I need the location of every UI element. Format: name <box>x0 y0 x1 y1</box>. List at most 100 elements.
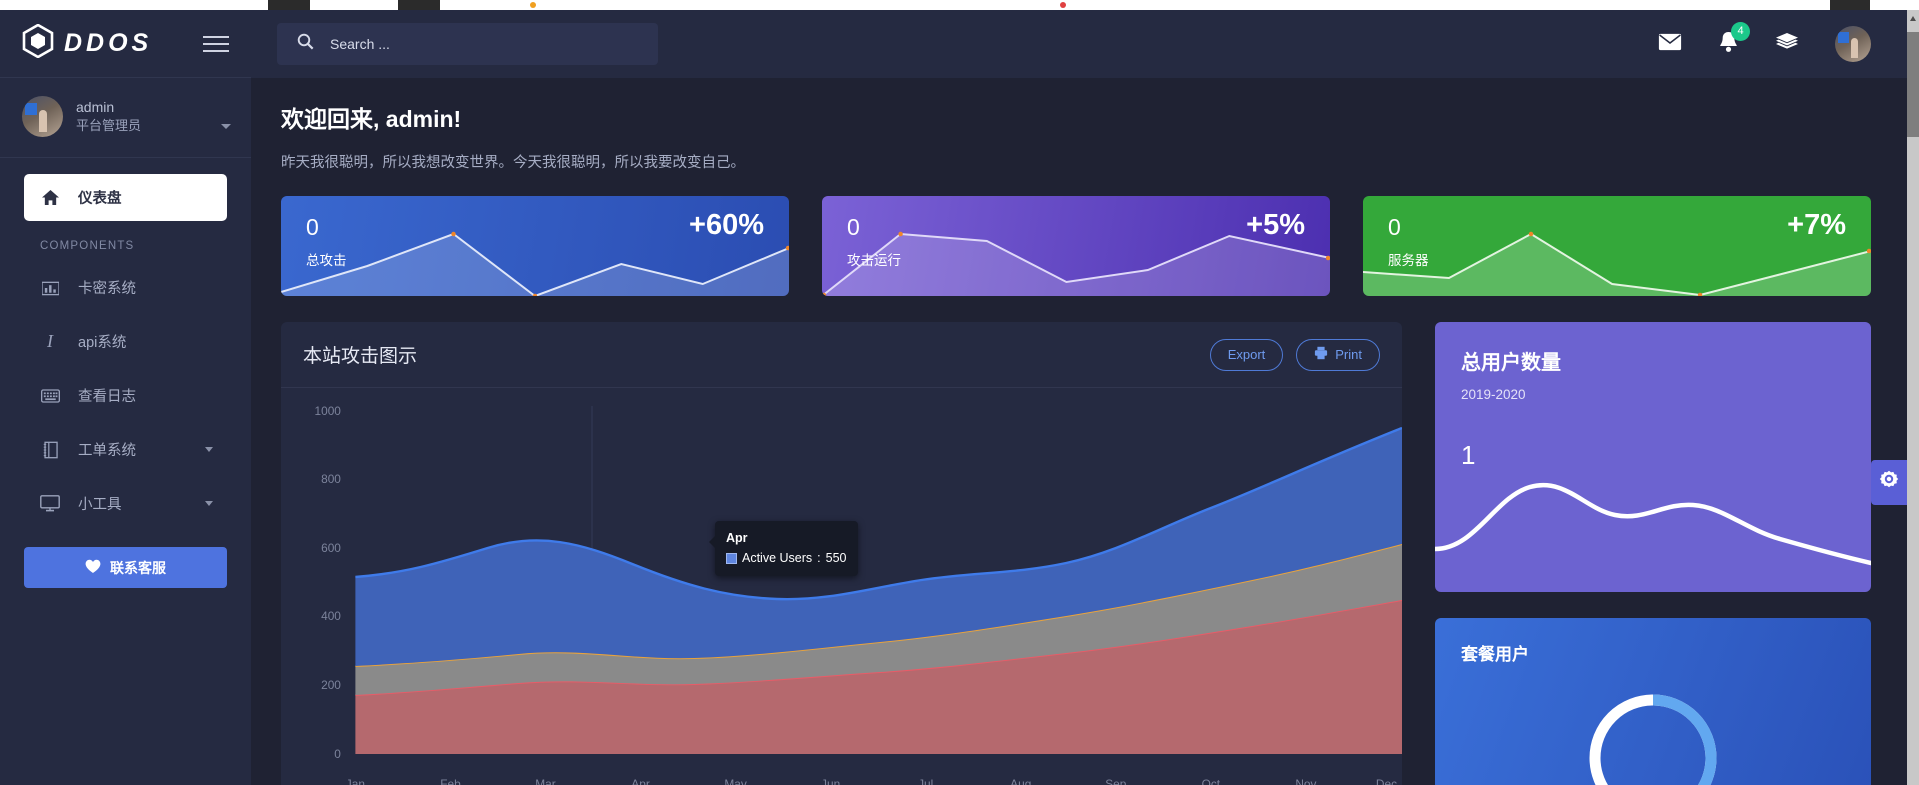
tooltip-series-label: Active Users <box>742 549 812 567</box>
stat-card-running-attacks[interactable]: 0 攻击运行 +5% <box>822 196 1330 296</box>
tooltip-swatch-icon <box>726 553 737 564</box>
browser-chrome-strip <box>0 0 1919 10</box>
brand-header: DDOS <box>0 10 251 78</box>
settings-fab-button[interactable] <box>1871 460 1907 505</box>
stat-card-total-attacks[interactable]: 0 总攻击 +60% <box>281 196 789 296</box>
contact-support-button[interactable]: 联系客服 <box>24 547 227 588</box>
sidebar-item-tools[interactable]: 小工具 <box>24 480 227 527</box>
svg-text:1000: 1000 <box>314 405 341 418</box>
sidebar-item-dashboard[interactable]: 仪表盘 <box>24 174 227 221</box>
browser-tab-2[interactable] <box>398 0 440 10</box>
svg-text:Jan: Jan <box>346 778 365 785</box>
chart-card-header: 本站攻击图示 Export Print <box>281 322 1402 388</box>
print-label: Print <box>1335 347 1362 362</box>
search-input[interactable] <box>330 36 638 52</box>
italic-i-icon: I <box>40 331 60 352</box>
user-role: 平台管理员 <box>76 117 141 135</box>
stat-value: 0 <box>1388 214 1401 241</box>
svg-text:Dec: Dec <box>1376 778 1397 785</box>
svg-text:Sep: Sep <box>1105 778 1127 785</box>
svg-text:0: 0 <box>334 748 341 761</box>
topbar: 4 <box>251 10 1907 78</box>
scrollbar-thumb[interactable] <box>1907 32 1919 137</box>
svg-text:Oct: Oct <box>1202 778 1221 785</box>
hamburger-icon[interactable] <box>203 36 229 52</box>
chevron-down-icon[interactable] <box>221 124 231 129</box>
svg-text:Apr: Apr <box>631 778 650 785</box>
page-scrollbar[interactable] <box>1907 10 1919 785</box>
svg-text:Nov: Nov <box>1295 778 1316 785</box>
attack-chart-card: 本站攻击图示 Export Print <box>281 322 1402 785</box>
topbar-icons: 4 <box>1658 26 1871 62</box>
export-label: Export <box>1228 347 1266 362</box>
stacked-area-chart: 1000 800 600 400 200 0 <box>281 388 1402 785</box>
total-users-title: 总用户数量 <box>1461 346 1845 375</box>
layers-icon[interactable] <box>1775 32 1799 56</box>
tooltip-title: Apr <box>726 529 847 547</box>
svg-text:400: 400 <box>321 610 341 623</box>
total-users-sparkline <box>1435 457 1871 592</box>
user-name: admin <box>76 98 141 117</box>
sidebar-item-card-system[interactable]: 卡密系统 <box>24 264 227 311</box>
print-button[interactable]: Print <box>1296 339 1380 371</box>
stat-percent: +60% <box>689 209 764 242</box>
stat-label: 总攻击 <box>306 249 347 269</box>
hexagon-cube-icon <box>22 24 54 63</box>
browser-window-controls[interactable] <box>1830 0 1870 10</box>
sidebar-item-label: api系统 <box>78 331 126 352</box>
chart-title: 本站攻击图示 <box>303 341 417 368</box>
page-subtitle: 昨天我很聪明，所以我想改变世界。今天我很聪明，所以我要改变自己。 <box>281 151 1871 172</box>
sidebar-section-heading: COMPONENTS <box>0 228 251 264</box>
sidebar-item-view-logs[interactable]: 查看日志 <box>24 372 227 419</box>
right-column: 总用户数量 2019-2020 1 套餐用户 <box>1435 322 1871 785</box>
sidebar-item-label: 仪表盘 <box>78 187 122 208</box>
tooltip-colon: : <box>817 549 820 567</box>
book-icon <box>40 441 60 459</box>
stat-label: 攻击运行 <box>847 249 901 269</box>
browser-tab-indicator-red <box>1060 2 1066 8</box>
search-box[interactable] <box>277 23 658 65</box>
chart-plot-area[interactable]: 1000 800 600 400 200 0 <box>281 388 1402 785</box>
svg-text:200: 200 <box>321 679 341 692</box>
plan-users-donut <box>1578 683 1728 785</box>
bell-icon[interactable]: 4 <box>1718 31 1739 57</box>
stat-percent: +5% <box>1246 209 1305 242</box>
chevron-down-icon <box>205 447 213 452</box>
stat-percent: +7% <box>1787 209 1846 242</box>
total-users-card[interactable]: 总用户数量 2019-2020 1 <box>1435 322 1871 592</box>
svg-text:Feb: Feb <box>440 778 461 785</box>
stat-value: 0 <box>847 214 860 241</box>
stat-value: 0 <box>306 214 319 241</box>
svg-text:600: 600 <box>321 542 341 555</box>
avatar <box>22 96 63 137</box>
chart-actions: Export Print <box>1210 339 1380 371</box>
avatar[interactable] <box>1835 26 1871 62</box>
svg-text:May: May <box>724 778 747 785</box>
sidebar-item-api-system[interactable]: I api系统 <box>24 318 227 365</box>
svg-text:800: 800 <box>321 473 341 486</box>
home-icon <box>40 189 60 206</box>
sidebar-item-ticket-system[interactable]: 工单系统 <box>24 426 227 473</box>
chart-tooltip: Apr Active Users: 550 <box>715 521 858 576</box>
main-content: 欢迎回来, admin! 昨天我很聪明，所以我想改变世界。今天我很聪明，所以我要… <box>251 78 1907 785</box>
envelope-icon[interactable] <box>1658 33 1682 55</box>
svg-text:Jun: Jun <box>821 778 840 785</box>
sidebar-user-box[interactable]: admin 平台管理员 <box>0 78 251 158</box>
plan-users-title: 套餐用户 <box>1461 640 1845 665</box>
brand-name: DDOS <box>64 29 152 58</box>
browser-tab-1[interactable] <box>268 0 310 10</box>
plan-users-card[interactable]: 套餐用户 <box>1435 618 1871 785</box>
brand-left[interactable]: DDOS <box>22 24 152 63</box>
export-button[interactable]: Export <box>1210 339 1284 371</box>
browser-tab-indicator-orange <box>530 2 536 8</box>
svg-text:Aug: Aug <box>1010 778 1031 785</box>
lower-section: 本站攻击图示 Export Print <box>281 322 1871 785</box>
heart-icon <box>85 559 101 577</box>
scroll-up-arrow-icon[interactable] <box>1910 16 1916 21</box>
stat-label: 服务器 <box>1388 249 1429 269</box>
keyboard-icon <box>40 389 60 403</box>
tooltip-row: Active Users: 550 <box>726 549 847 567</box>
sidebar: DDOS admin 平台管理员 仪表盘 COMPONENTS <box>0 10 251 785</box>
svg-text:Mar: Mar <box>535 778 556 785</box>
stat-card-servers[interactable]: 0 服务器 +7% <box>1363 196 1871 296</box>
